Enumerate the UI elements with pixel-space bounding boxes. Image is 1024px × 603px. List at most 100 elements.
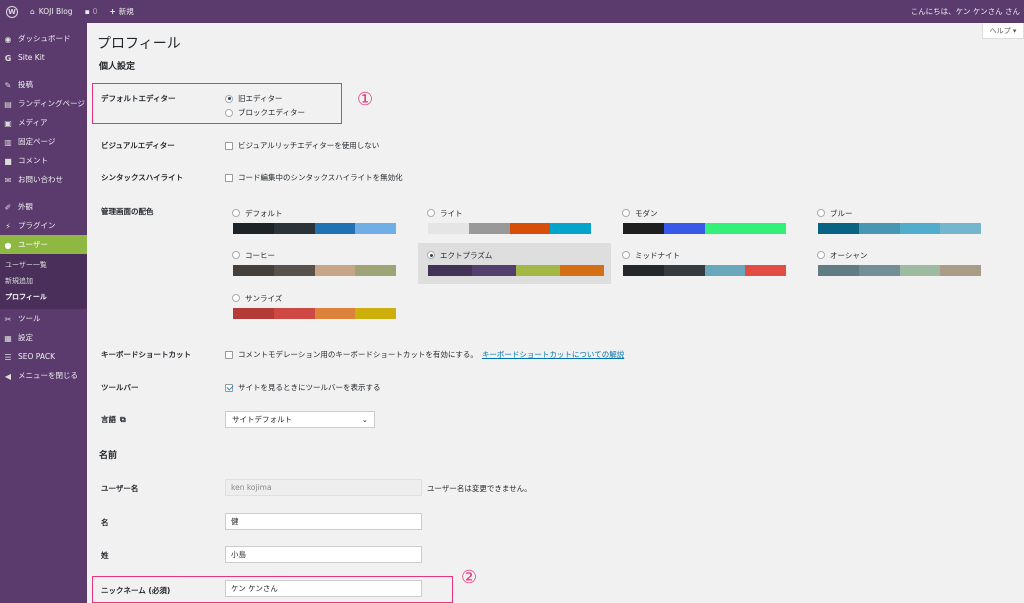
seo-icon: ☰ (4, 352, 12, 362)
account-greeting[interactable]: こんにちは、ケン ケンさん さん (911, 6, 1020, 17)
sidebar-item-dashboard[interactable]: ◉ ダッシュボード (0, 29, 87, 48)
comments-link[interactable]: ▪ 0 (79, 0, 104, 23)
toolbar-option[interactable]: サイトを見るときにツールバーを表示する (225, 382, 381, 393)
scheme-radio[interactable] (817, 251, 825, 259)
scheme-radio[interactable] (232, 251, 240, 259)
submenu-item-all-users[interactable]: ユーザー一覧 (0, 257, 87, 273)
site-name-link[interactable]: ⌂ KOJI Blog (24, 0, 79, 23)
block-editor-option[interactable]: ブロックエディター (225, 107, 305, 118)
visual-editor-option[interactable]: ビジュアルリッチエディターを使用しない (225, 140, 379, 151)
syntax-highlight-text: コード編集中のシンタックスハイライトを無効化 (238, 173, 403, 182)
main-content: ヘルプ ▾ プロフィール 個人設定 ① デフォルトエディター 旧エディター ブロ… (87, 23, 1024, 603)
scheme-ocean[interactable]: オーシャン (805, 245, 981, 285)
submenu-item-add-new[interactable]: 新規追加 (0, 273, 87, 289)
sidebar-item-comments[interactable]: ■ コメント (0, 151, 87, 170)
scheme-swatches (623, 265, 786, 276)
sidebar-item-contact[interactable]: ✉ お問い合わせ (0, 170, 87, 189)
sidebar-item-label: お問い合わせ (18, 175, 63, 184)
scheme-radio[interactable] (622, 251, 630, 259)
nickname-label: ニックネーム (必須) (101, 586, 171, 595)
comment-bubble-icon: ▪ (84, 7, 90, 16)
scheme-name: モダン (635, 208, 658, 218)
keyboard-shortcuts-checkbox[interactable] (225, 350, 233, 359)
sidebar-item-label: メディア (18, 118, 48, 127)
site-name: KOJI Blog (38, 7, 73, 16)
wordpress-icon: W (6, 5, 18, 18)
user-icon: ● (4, 240, 12, 250)
scheme-radio[interactable] (622, 209, 630, 217)
first-name-input[interactable]: 健 (225, 513, 422, 530)
sidebar-item-users[interactable]: ● ユーザー (0, 235, 87, 254)
annotation-number-2: ② (461, 567, 478, 588)
first-name-value: 健 (231, 517, 239, 526)
nickname-input[interactable]: ケン ケンさん (225, 580, 422, 597)
sidebar-item-posts[interactable]: ✎ 投稿 (0, 75, 87, 94)
syntax-highlight-label: シンタックスハイライト (101, 173, 184, 182)
name-heading: 名前 (99, 451, 118, 461)
admin-bar: W ⌂ KOJI Blog ▪ 0 + 新規 こんにちは、ケン ケンさん さん (0, 0, 1024, 23)
home-icon: ⌂ (30, 7, 35, 16)
nickname-value: ケン ケンさん (231, 584, 278, 593)
scheme-radio[interactable] (232, 209, 240, 217)
scheme-name: エクトプラズム (440, 250, 493, 260)
scheme-name: サンライズ (245, 293, 283, 303)
scheme-swatches (233, 265, 396, 276)
sidebar-item-sitekit[interactable]: G Site Kit (0, 48, 87, 67)
submenu-item-profile[interactable]: プロフィール (0, 289, 87, 305)
sidebar-item-pages[interactable]: ▥ 固定ページ (0, 132, 87, 151)
syntax-highlight-option[interactable]: コード編集中のシンタックスハイライトを無効化 (225, 172, 403, 183)
scheme-coffee[interactable]: コーヒー (220, 245, 396, 285)
sidebar-item-seo-pack[interactable]: ☰ SEO PACK (0, 347, 87, 366)
sidebar-item-landing[interactable]: ▤ ランディングページ (0, 94, 87, 113)
keyboard-shortcuts-text: コメントモデレーション用のキーボードショートカットを有効にする。 (238, 350, 478, 359)
scheme-radio[interactable] (427, 209, 435, 217)
chevron-down-icon: ⌄ (361, 415, 368, 424)
username-label: ユーザー名 (101, 484, 139, 493)
sidebar-item-appearance[interactable]: ✐ 外観 (0, 197, 87, 216)
annotation-number-1: ① (357, 89, 374, 110)
scheme-radio[interactable] (232, 294, 240, 302)
language-select[interactable]: サイトデフォルト ⌄ (225, 411, 375, 428)
scheme-radio[interactable] (427, 251, 435, 259)
sidebar-item-tools[interactable]: ✂ ツール (0, 309, 87, 328)
scheme-modern[interactable]: モダン (610, 203, 786, 243)
scheme-swatches (233, 308, 396, 319)
block-editor-radio[interactable] (225, 108, 233, 117)
classic-editor-radio[interactable] (225, 94, 233, 103)
syntax-highlight-checkbox[interactable] (225, 173, 233, 182)
scheme-midnight[interactable]: ミッドナイト (610, 245, 786, 285)
scheme-swatches (428, 265, 611, 276)
media-icon: ▣ (4, 118, 12, 128)
scheme-name: デフォルト (245, 208, 283, 218)
new-content-link[interactable]: + 新規 (103, 0, 139, 23)
last-name-input[interactable]: 小島 (225, 546, 422, 563)
scheme-radio[interactable] (817, 209, 825, 217)
username-note: ユーザー名は変更できません。 (427, 484, 532, 493)
scheme-blue[interactable]: ブルー (805, 203, 981, 243)
scheme-light[interactable]: ライト (415, 203, 591, 243)
comment-icon: ■ (4, 156, 12, 166)
scheme-sunrise[interactable]: サンライズ (220, 288, 396, 328)
help-tab-button[interactable]: ヘルプ ▾ (982, 23, 1024, 39)
keyboard-shortcuts-option[interactable]: コメントモデレーション用のキーボードショートカットを有効にする。 キーボードショ… (225, 349, 624, 360)
scheme-ectoplasm[interactable]: エクトプラズム (418, 243, 611, 284)
keyboard-shortcuts-help-link[interactable]: キーボードショートカットについての解説 (482, 349, 624, 360)
sidebar-item-label: 設定 (18, 333, 33, 342)
sidebar-item-media[interactable]: ▣ メディア (0, 113, 87, 132)
scheme-swatches (818, 265, 981, 276)
color-scheme-label: 管理画面の配色 (101, 207, 154, 216)
collapse-icon: ◀ (4, 371, 12, 381)
sidebar-item-collapse-menu[interactable]: ◀ メニューを閉じる (0, 366, 87, 385)
sidebar-item-label: 外観 (18, 202, 33, 211)
sidebar-item-settings[interactable]: ▦ 設定 (0, 328, 87, 347)
sidebar-item-plugins[interactable]: ⚡ プラグイン (0, 216, 87, 235)
dashboard-icon: ◉ (4, 34, 12, 44)
sidebar-item-label: Site Kit (18, 53, 45, 62)
classic-editor-option[interactable]: 旧エディター (225, 93, 282, 104)
settings-icon: ▦ (4, 333, 12, 343)
toolbar-checkbox[interactable] (225, 383, 233, 392)
wordpress-logo-button[interactable]: W (0, 0, 24, 23)
sidebar-item-label: ツール (18, 314, 41, 323)
scheme-default[interactable]: デフォルト (220, 203, 396, 243)
visual-editor-checkbox[interactable] (225, 141, 233, 150)
